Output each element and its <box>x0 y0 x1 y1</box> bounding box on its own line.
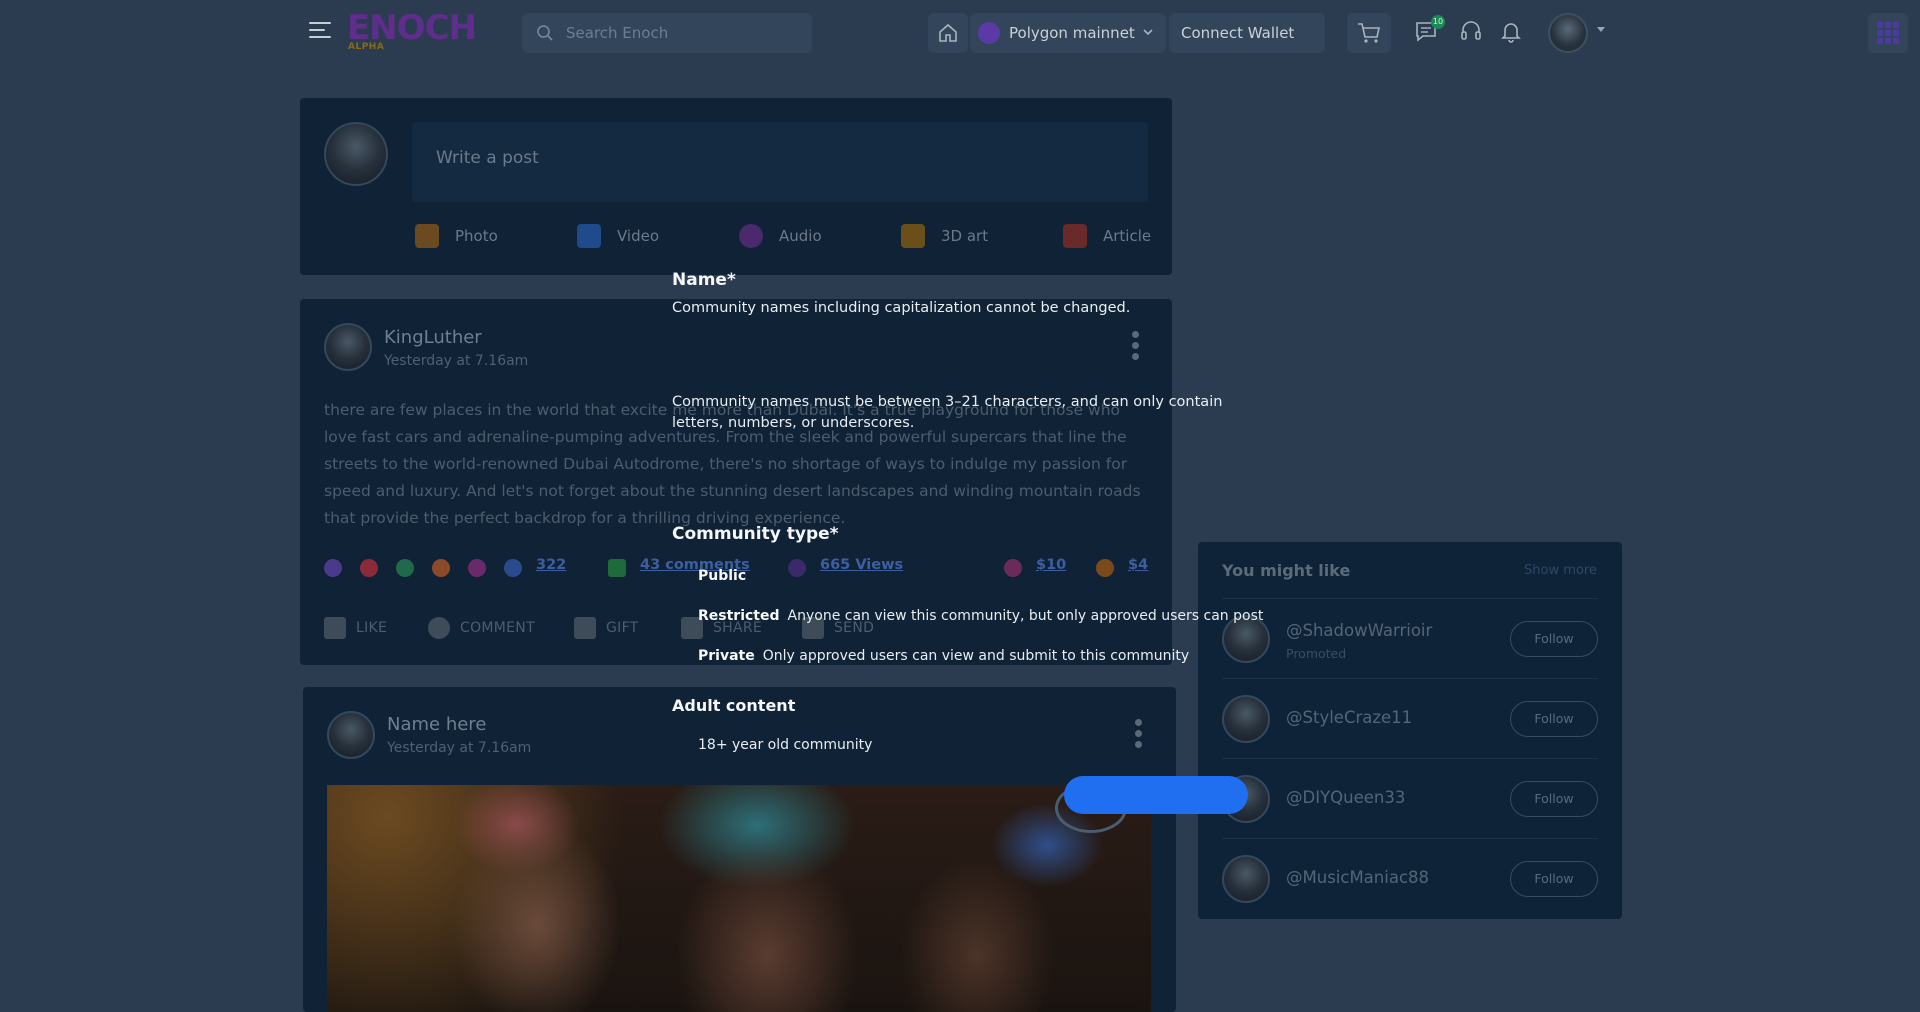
private-description: Only approved users can view and submit … <box>762 648 1190 664</box>
adult-content-option[interactable]: 18+ year old community <box>698 737 872 753</box>
name-note: Community names including capitalization… <box>672 300 1131 316</box>
public-label: Public <box>698 568 747 584</box>
adult-content-heading: Adult content <box>672 696 796 715</box>
feed-page: ENOCH ALPHA Search Enoch Polygon mainnet… <box>0 0 1920 1012</box>
create-community-modal: Name* Community names including capitali… <box>0 0 1920 1012</box>
public-option[interactable]: Public <box>698 568 754 584</box>
restricted-description: Anyone can view this community, but only… <box>787 608 1264 624</box>
restricted-label: Restricted <box>698 608 780 624</box>
restricted-option[interactable]: Restricted Anyone can view this community… <box>698 608 1263 624</box>
create-community-button[interactable] <box>1064 776 1248 814</box>
name-heading: Name* <box>672 270 736 290</box>
private-option[interactable]: Private Only approved users can view and … <box>698 648 1189 664</box>
name-rule: Community names must be between 3–21 cha… <box>672 394 1223 431</box>
community-type-heading: Community type* <box>672 524 839 544</box>
private-label: Private <box>698 648 755 664</box>
